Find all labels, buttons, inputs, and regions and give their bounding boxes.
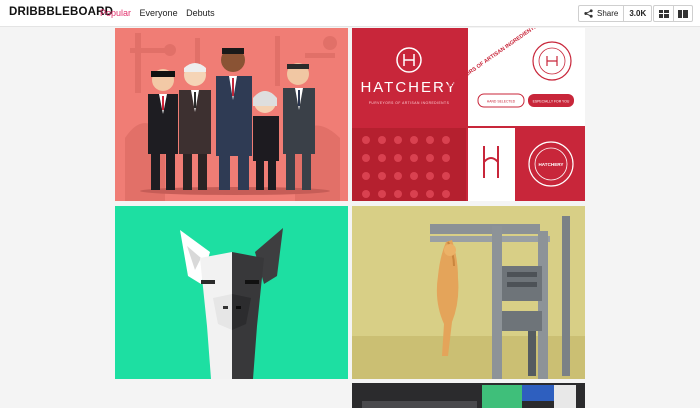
pill-especially-for-you: ESPECIALLY FOR YOU [533, 100, 570, 104]
hatchery-subline: PURVEYORS OF ARTISAN INGREDIENTS [369, 101, 450, 105]
pill-hand-selected: HAND SELECTED [487, 100, 516, 104]
portraits-illustration [125, 33, 340, 201]
large-view-button[interactable] [673, 6, 692, 21]
shot-cat-photo[interactable] [352, 206, 585, 379]
shot-llama[interactable] [115, 206, 348, 379]
grid-icon [658, 9, 669, 18]
nav-debuts[interactable]: Debuts [186, 8, 215, 18]
cat-gym-photo [352, 206, 585, 379]
grid-view-button[interactable] [654, 6, 673, 21]
share-count: 3.0K [623, 6, 651, 21]
hatchery-title: HATCHERY [360, 79, 457, 96]
shot-hatchery[interactable]: HATCHERY PURVEYORS OF ARTISAN INGREDIENT… [352, 28, 585, 201]
nav-popular[interactable]: Popular [100, 8, 131, 18]
shot-portraits[interactable] [115, 28, 348, 201]
partial-shot-preview [362, 385, 576, 408]
shot-partial-bottom[interactable] [352, 383, 585, 408]
share-button[interactable]: Share 3.0K [578, 5, 653, 22]
share-label: Share [597, 9, 619, 18]
llama-illustration [180, 228, 283, 379]
share-icon [584, 9, 593, 18]
share-label-area[interactable]: Share [579, 6, 623, 21]
nav-everyone[interactable]: Everyone [140, 8, 178, 18]
hatchery-illustration: HATCHERY PURVEYORS OF ARTISAN INGREDIENT… [352, 28, 585, 201]
top-bar: DRIBBBLEBOARD Popular Everyone Debuts Sh… [0, 0, 700, 27]
large-grid-icon [678, 9, 688, 18]
main-nav: Popular Everyone Debuts [100, 8, 221, 18]
brand-logo[interactable]: DRIBBBLEBOARD [9, 6, 113, 18]
view-toggle [653, 5, 693, 22]
hatchery-badge: HATCHERY [538, 162, 563, 167]
